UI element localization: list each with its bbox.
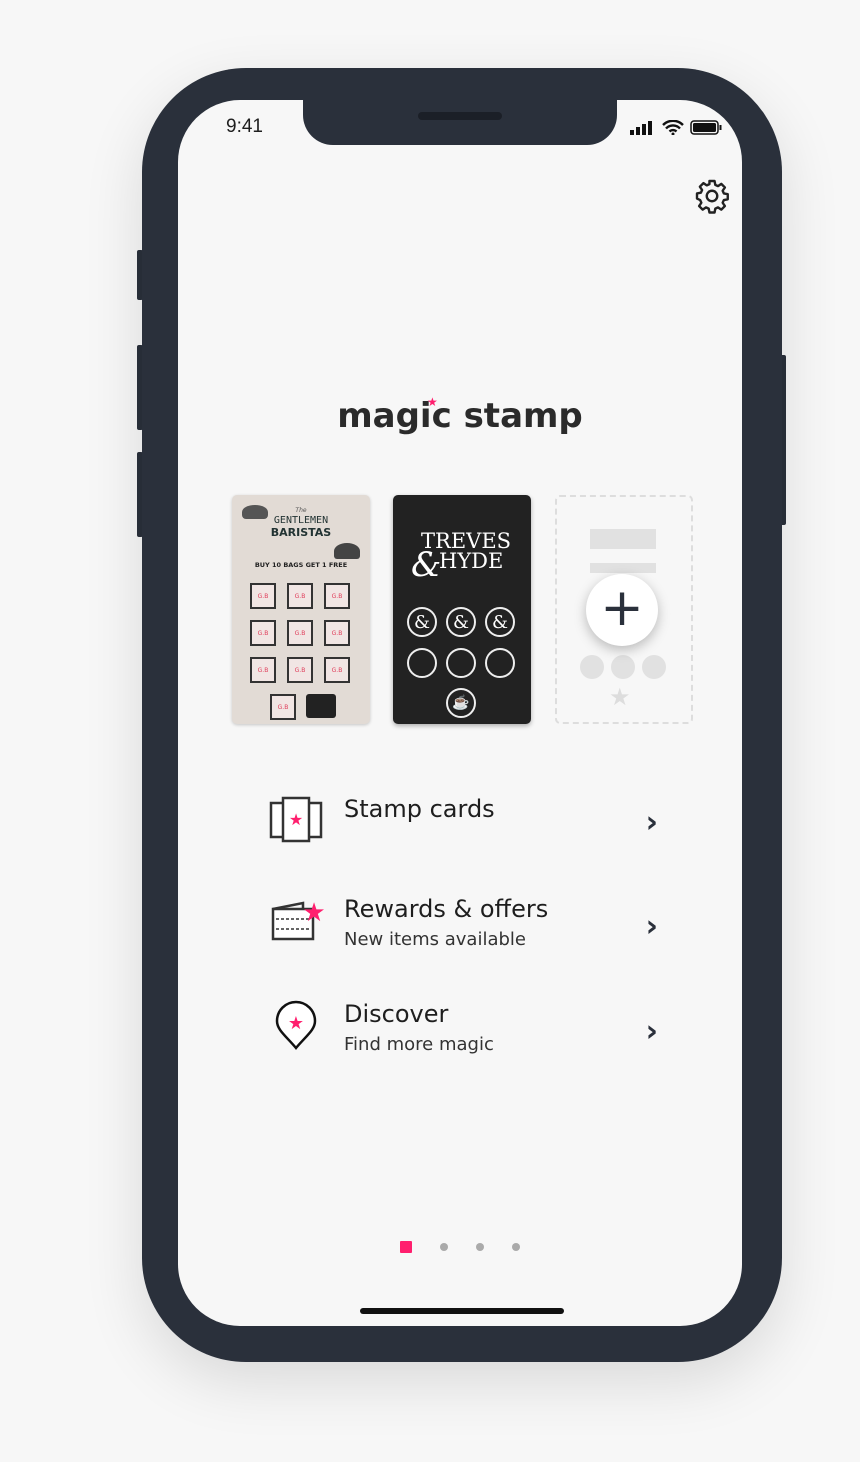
home-indicator[interactable] — [360, 1308, 564, 1314]
page-dot[interactable] — [512, 1243, 520, 1251]
menu-item-stamp-cards[interactable]: ★ Stamp cards › — [268, 795, 658, 865]
app-logo: magic stamp — [337, 396, 583, 436]
placeholder-dots — [580, 655, 666, 679]
placeholder-dot — [580, 655, 604, 679]
page-indicator — [400, 1241, 520, 1253]
menu-title: Rewards & offers — [344, 895, 549, 923]
stamp-row-1: & & & — [407, 607, 515, 637]
svg-text:★: ★ — [302, 898, 324, 928]
card-title-line2: BARISTAS — [270, 526, 332, 539]
battery-icon — [690, 120, 722, 135]
stamp: G.B — [287, 620, 313, 646]
status-time: 9:41 — [226, 116, 263, 137]
coffee-tin-icon — [306, 694, 336, 718]
page-dot[interactable] — [476, 1243, 484, 1251]
signal-icon — [630, 121, 652, 135]
chevron-right-icon: › — [645, 909, 658, 944]
chevron-right-icon: › — [645, 1014, 658, 1049]
notch — [303, 100, 617, 145]
stamp-grid: G.B G.B G.B G.B G.B G.B G.B G.B G.B — [250, 583, 350, 683]
chevron-right-icon: › — [645, 805, 658, 840]
stamp: G.B — [324, 583, 350, 609]
stamp: G.B — [270, 694, 296, 720]
status-icons — [630, 120, 722, 135]
stamp: G.B — [287, 657, 313, 683]
stamp: G.B — [250, 657, 276, 683]
coffee-cup-reward-icon: ☕ — [446, 688, 476, 718]
wifi-icon — [662, 120, 684, 135]
placeholder-dot — [642, 655, 666, 679]
menu-item-rewards-offers[interactable]: ★ Rewards & offers New items available › — [268, 895, 658, 965]
stamp: G.B — [287, 583, 313, 609]
menu-item-discover[interactable]: ★ Discover Find more magic › — [268, 1000, 658, 1070]
menu-subtitle: New items available — [344, 929, 526, 950]
stamp-filled: & — [407, 607, 437, 637]
speaker — [418, 112, 502, 120]
settings-gear-icon[interactable] — [694, 178, 730, 214]
stamp-empty — [485, 648, 515, 678]
placeholder-star-icon: ★ — [609, 683, 631, 711]
card-title-line1: GENTLEMEN — [273, 515, 329, 526]
deerstalker-hat-icon — [334, 543, 360, 559]
menu-title: Stamp cards — [344, 795, 495, 823]
stamp-empty — [446, 648, 476, 678]
stamp-row-2 — [407, 648, 515, 678]
placeholder-bar — [590, 529, 656, 549]
stamp-empty — [407, 648, 437, 678]
stamp: G.B — [324, 620, 350, 646]
screen: 9:41 magic stamp ★ The GENTLEMEN BARISTA… — [178, 100, 742, 1326]
card-title-small: The — [295, 507, 307, 514]
svg-text:★: ★ — [288, 1013, 304, 1034]
card-title-line2: HYDE — [439, 549, 504, 573]
stamp-card-treves-hyde[interactable]: TREVES & HYDE & & & ☕ — [393, 495, 531, 724]
stamp-filled: & — [446, 607, 476, 637]
stamp: G.B — [250, 583, 276, 609]
stamp-cards-icon: ★ — [269, 796, 323, 843]
placeholder-dot — [611, 655, 635, 679]
stamp: G.B — [250, 620, 276, 646]
page-dot[interactable] — [440, 1243, 448, 1251]
placeholder-bar — [590, 563, 656, 573]
location-pin-star-icon: ★ — [275, 1000, 317, 1050]
menu-subtitle: Find more magic — [344, 1034, 494, 1055]
menu-title: Discover — [344, 1000, 449, 1028]
logo-star-icon: ★ — [427, 395, 438, 409]
page-dot-active[interactable] — [400, 1241, 412, 1253]
add-card-plus-button[interactable]: + — [586, 574, 658, 646]
stamp-filled: & — [485, 607, 515, 637]
stamp-card-gentlemen-baristas[interactable]: The GENTLEMEN BARISTAS BUY 10 BAGS GET 1… — [232, 495, 370, 724]
stamp: G.B — [324, 657, 350, 683]
card-offer: BUY 10 BAGS GET 1 FREE — [254, 561, 348, 569]
card-ampersand: & — [411, 545, 442, 585]
svg-text:★: ★ — [289, 810, 303, 829]
rewards-ticket-icon: ★ — [271, 898, 324, 941]
